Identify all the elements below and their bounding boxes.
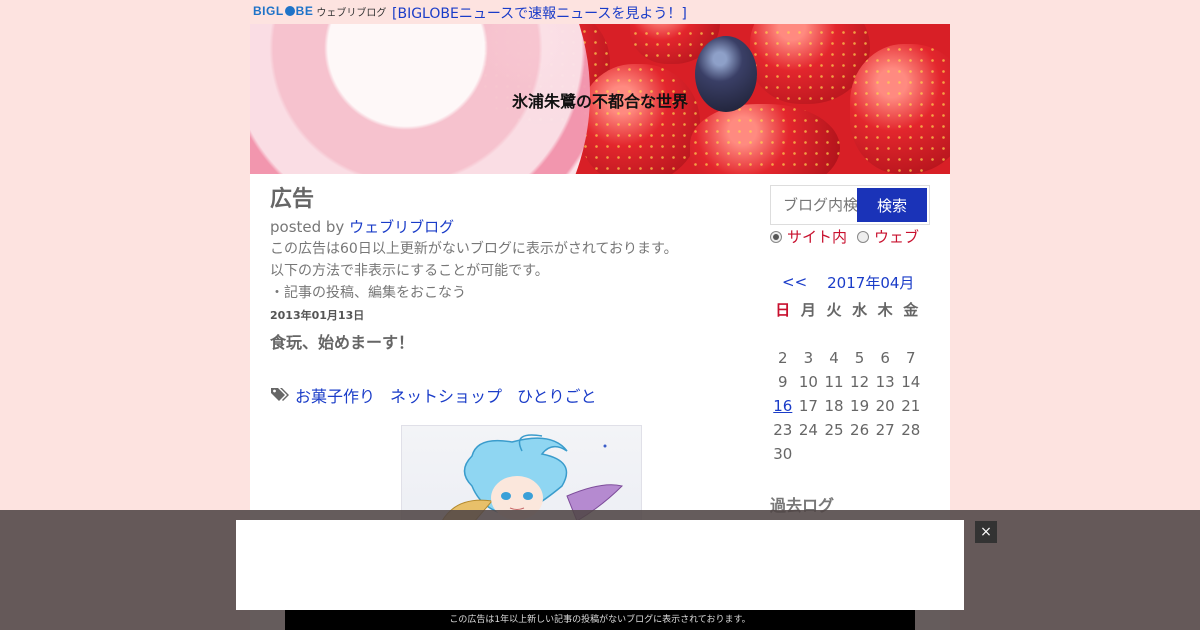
- calendar-day: 4: [829, 349, 839, 367]
- ad-notice-line: この広告は60日以上更新がないブログに表示がされております。: [270, 241, 678, 257]
- close-ad-button[interactable]: ×: [975, 521, 997, 543]
- weekday-header: 木: [877, 301, 893, 319]
- calendar-day: 25: [824, 421, 844, 439]
- entry-tags: お菓子作り ネットショップ ひとりごと: [270, 383, 720, 407]
- calendar-day: 18: [824, 397, 844, 415]
- scope-site-radio[interactable]: [770, 230, 782, 243]
- calendar-prev-link[interactable]: <<: [782, 273, 807, 291]
- calendar-day: [770, 322, 796, 346]
- calendar-month-link[interactable]: 2017年04月: [827, 272, 914, 293]
- calendar-day: [821, 322, 847, 346]
- calendar-day: 7: [905, 349, 916, 367]
- calendar-day: 28: [901, 421, 921, 439]
- ad-banner[interactable]: [236, 520, 964, 610]
- posted-prefix: posted by: [270, 218, 350, 236]
- calendar-day: [821, 442, 847, 466]
- calendar-nav: << 2017年04月 >>: [770, 270, 930, 294]
- calendar-day: 9: [778, 373, 788, 391]
- logo-text-left: BIGL: [253, 4, 284, 18]
- calendar-day: 12: [850, 373, 870, 391]
- calendar-day: 21: [901, 397, 921, 415]
- main-column: 広告 posted by ウェブリブログ この広告は60日以上更新がないブログに…: [270, 184, 720, 537]
- scope-site-label[interactable]: サイト内: [787, 226, 847, 247]
- calendar: << 2017年04月 >> 日 月 火 水 木 金 2345679101112…: [770, 270, 930, 466]
- search-input[interactable]: [775, 190, 865, 220]
- weekday-header: 火: [826, 301, 842, 319]
- calendar-day: 13: [875, 373, 895, 391]
- calendar-day: 5: [854, 349, 865, 367]
- ad-entry-title: 広告: [270, 187, 315, 212]
- calendar-day: 2: [778, 349, 788, 367]
- biglobe-news-link[interactable]: [BIGLOBEニュースで速報ニュースを見よう！]: [392, 3, 687, 23]
- strawberry-image: [690, 104, 840, 174]
- site-title[interactable]: 氷浦朱鷺の不都合な世界: [250, 88, 950, 112]
- overlay-ad-bar: × この広告は1年以上新しい記事の投稿がないブログに表示されております。: [0, 510, 1200, 630]
- ad-notice-line: 以下の方法で非表示にすることが可能です。: [270, 263, 549, 279]
- strawberry-image: [580, 64, 700, 174]
- calendar-day: 11: [824, 373, 844, 391]
- calendar-day: 14: [901, 373, 921, 391]
- calendar-day: [796, 322, 822, 346]
- posted-author-link[interactable]: ウェブリブログ: [349, 218, 454, 236]
- search-button[interactable]: 検索: [857, 188, 927, 222]
- calendar-day: 6: [880, 349, 890, 367]
- logo-text-right: BE: [295, 4, 314, 18]
- calendar-day: 24: [798, 421, 818, 439]
- ad-notice-line: ・記事の投稿、編集をおこなう: [270, 285, 466, 301]
- logo-subtitle: ウェブリブログ: [316, 7, 387, 19]
- weekday-header: 金: [903, 301, 919, 319]
- posted-by: posted by ウェブリブログ: [270, 216, 720, 238]
- calendar-day: 3: [803, 349, 814, 367]
- tag-link[interactable]: ネットショップ: [390, 383, 502, 407]
- calendar-day: 30: [773, 445, 793, 463]
- scope-web-radio[interactable]: [857, 230, 870, 243]
- scope-web-label[interactable]: ウェブ: [874, 226, 919, 247]
- calendar-day: 26: [850, 421, 870, 439]
- weekday-header: 月: [800, 301, 816, 319]
- calendar-day: 10: [798, 373, 818, 391]
- ad-notice-text: この広告は1年以上新しい記事の投稿がないブログに表示されております。: [285, 610, 915, 630]
- calendar-day: [847, 442, 873, 466]
- top-bar: BIGL BE ウェブリブログ [BIGLOBEニュースで速報ニュースを見よう！…: [253, 0, 953, 24]
- tag-link[interactable]: ひとりごと: [517, 383, 597, 407]
- calendar-day: [872, 322, 898, 346]
- calendar-day: 20: [875, 397, 895, 415]
- calendar-day: [898, 322, 924, 346]
- entry-date: 2013年01月13日: [270, 309, 365, 322]
- calendar-day-link[interactable]: 16: [770, 394, 796, 418]
- blog-search-form: 検索: [770, 185, 930, 225]
- calendar-day: 27: [875, 421, 895, 439]
- entry-title[interactable]: 食玩、始めまーす！: [270, 329, 720, 353]
- calendar-day: [796, 442, 822, 466]
- calendar-grid: 日 月 火 水 木 金 2 3 4 5 6 7 9 10 11 12 13 14 16 17 18 19 20 2…: [770, 298, 930, 466]
- biglobe-logo[interactable]: BIGL BE ウェブリブログ: [253, 3, 386, 19]
- search-scope: サイト内 ウェブ: [770, 226, 929, 247]
- calendar-day: [898, 442, 924, 466]
- calendar-day: [847, 322, 873, 346]
- calendar-day: 17: [798, 397, 818, 415]
- calendar-day: 23: [773, 421, 793, 439]
- calendar-day: 19: [850, 397, 870, 415]
- blog-header-banner: 氷浦朱鷺の不都合な世界: [250, 24, 950, 174]
- tags-icon: [271, 388, 289, 401]
- calendar-day: [872, 442, 898, 466]
- tag-link[interactable]: お菓子作り: [295, 383, 375, 407]
- weekday-header: 水: [852, 301, 868, 319]
- weekday-header: 日: [775, 301, 791, 319]
- logo-globe-icon: [284, 6, 295, 16]
